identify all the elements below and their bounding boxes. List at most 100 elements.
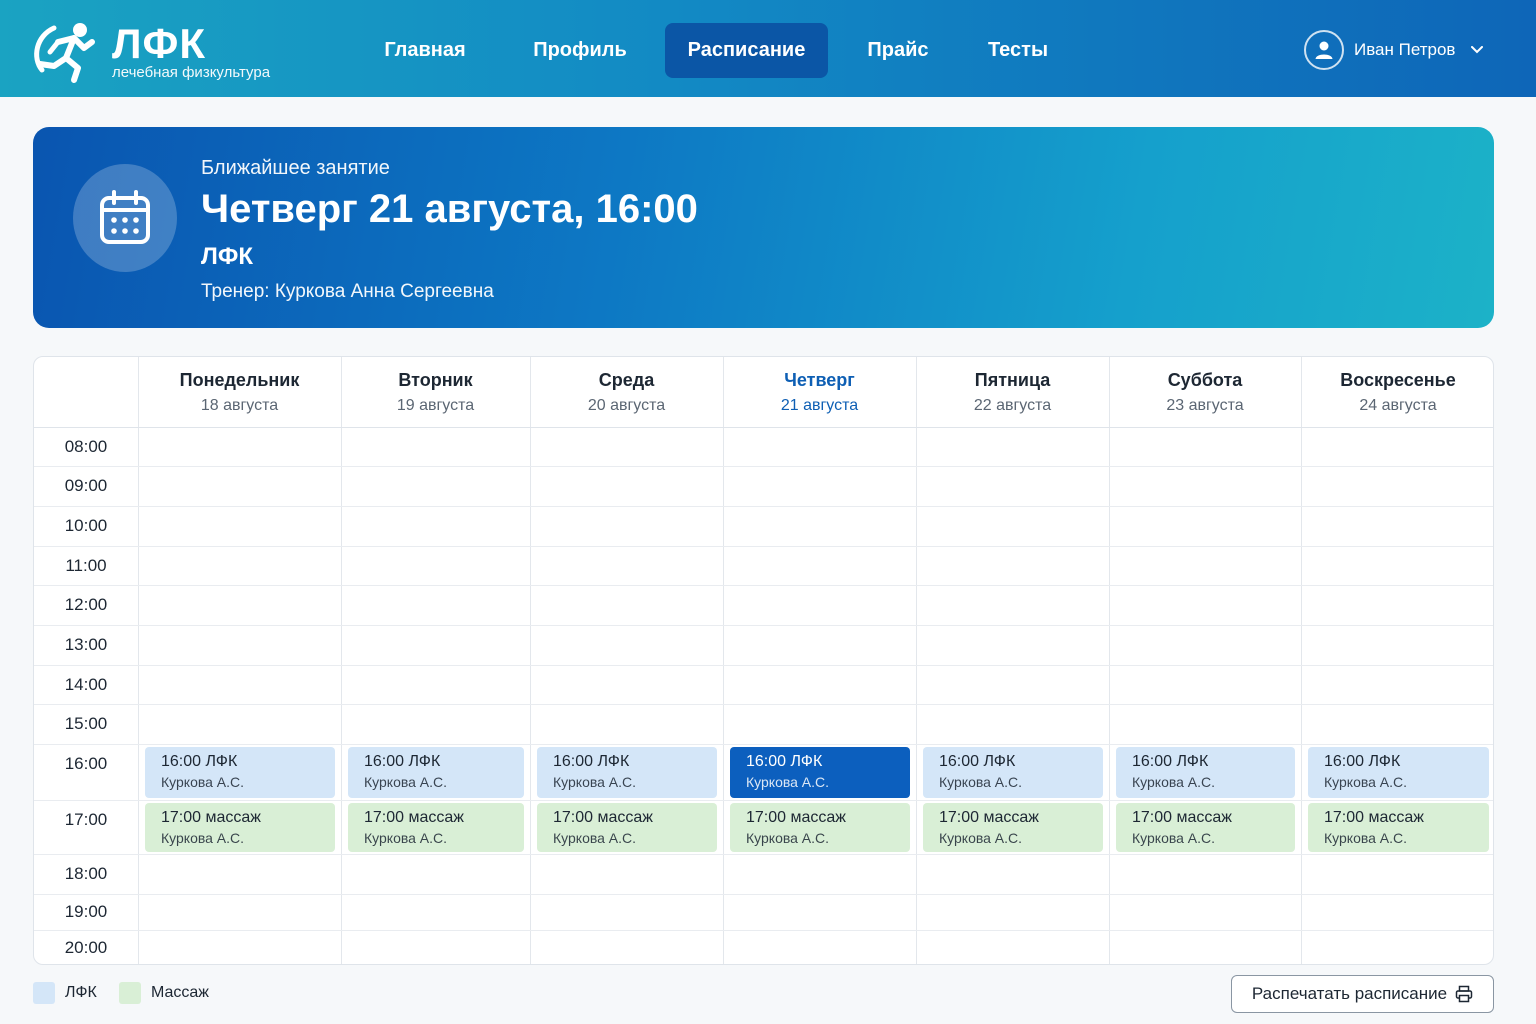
grid-row-divider <box>34 546 1493 547</box>
next-session-banner: Ближайшее занятие Четверг 21 августа, 16… <box>33 127 1494 328</box>
day-date: 24 августа <box>1359 397 1437 414</box>
lfk-session[interactable]: 16:00 ЛФК Куркова А.С. <box>923 747 1103 798</box>
time-slot-label: 10:00 <box>64 516 108 535</box>
grid-row-divider <box>34 930 1493 931</box>
session-title: 16:00 ЛФК <box>364 753 441 770</box>
day-header-today: Четверг 21 августа <box>723 357 916 427</box>
lfk-session[interactable]: 16:00 ЛФК Куркова А.С. <box>1116 747 1295 798</box>
lfk-session-upcoming[interactable]: 16:00 ЛФК Куркова А.С. <box>730 747 910 798</box>
grid-row-divider <box>34 585 1493 586</box>
session-trainer: Куркова А.С. <box>161 774 245 790</box>
session-trainer: Куркова А.С. <box>746 774 830 790</box>
session-title: 16:00 ЛФК <box>553 753 630 770</box>
legend-swatch-massage <box>119 982 141 1004</box>
grid-column-divider <box>916 357 917 964</box>
session-title: 17:00 массаж <box>161 809 261 826</box>
time-slot-label: 16:00 <box>64 754 108 773</box>
time-slot-label: 18:00 <box>64 864 108 883</box>
day-header: Воскресенье 24 августа <box>1301 357 1493 427</box>
massage-session[interactable]: 17:00 массаж Куркова А.С. <box>1116 803 1295 852</box>
grid-header-divider <box>34 427 1493 428</box>
session-title: 16:00 ЛФК <box>1324 753 1401 770</box>
time-slot-label: 19:00 <box>64 902 108 921</box>
user-menu[interactable]: Иван Петров <box>1304 30 1504 70</box>
legend-item-lfk: ЛФК <box>33 982 97 1004</box>
day-name: Вторник <box>398 370 473 390</box>
day-header: Понедельник 18 августа <box>138 357 341 427</box>
session-trainer: Куркова А.С. <box>939 830 1023 846</box>
lfk-session[interactable]: 16:00 ЛФК Куркова А.С. <box>145 747 335 798</box>
day-name: Четверг <box>784 370 855 390</box>
session-title: 17:00 массаж <box>364 809 464 826</box>
lfk-session[interactable]: 16:00 ЛФК Куркова А.С. <box>1308 747 1489 798</box>
time-slot-label: 14:00 <box>64 674 108 694</box>
session-trainer: Куркова А.С. <box>1324 830 1408 846</box>
grid-column-divider <box>723 357 724 964</box>
grid-column-divider <box>138 357 139 964</box>
session-title: 17:00 массаж <box>553 809 653 826</box>
printer-icon <box>1455 985 1473 1003</box>
chevron-down-icon[interactable] <box>1471 43 1485 57</box>
legend-item-massage: Массаж <box>119 982 209 1004</box>
print-button-label: Распечатать расписание <box>1251 984 1448 1003</box>
session-trainer: Куркова А.С. <box>746 830 830 846</box>
nav-item-schedule[interactable]: Расписание <box>665 23 828 78</box>
massage-session[interactable]: 17:00 массаж Куркова А.С. <box>537 803 717 852</box>
day-header: Пятница 22 августа <box>916 357 1109 427</box>
massage-session[interactable]: 17:00 массаж Куркова А.С. <box>1308 803 1489 852</box>
session-title: 17:00 массаж <box>1324 809 1424 826</box>
massage-session[interactable]: 17:00 массаж Куркова А.С. <box>145 803 335 852</box>
nav-item-profile[interactable]: Профиль <box>515 23 645 78</box>
day-date: 21 августа <box>780 397 859 414</box>
grid-column-divider <box>1301 357 1302 964</box>
lfk-session[interactable]: 16:00 ЛФК Куркова А.С. <box>348 747 524 798</box>
running-person-logo-icon <box>34 23 95 83</box>
lfk-session[interactable]: 16:00 ЛФК Куркова А.С. <box>537 747 717 798</box>
grid-row-divider <box>34 625 1493 626</box>
day-date: 23 августа <box>1166 397 1244 414</box>
grid-row-divider <box>34 704 1493 705</box>
session-trainer: Куркова А.С. <box>939 774 1023 790</box>
session-title: 16:00 ЛФК <box>746 753 823 770</box>
app-logo[interactable]: ЛФК лечебная физкультура <box>28 18 308 84</box>
next-session-trainer: Тренер: Куркова Анна Сергеевна <box>201 281 494 302</box>
next-session-type: ЛФК <box>201 243 253 270</box>
session-trainer: Куркова А.С. <box>161 830 245 846</box>
session-title: 17:00 массаж <box>939 809 1039 826</box>
day-header: Среда 20 августа <box>530 357 723 427</box>
day-name: Понедельник <box>179 370 300 390</box>
time-slot-label: 09:00 <box>64 476 108 495</box>
session-title: 16:00 ЛФК <box>1132 753 1209 770</box>
day-header: Вторник 19 августа <box>341 357 530 427</box>
avatar <box>1304 30 1344 70</box>
grid-column-divider <box>341 357 342 964</box>
legend-label-massage: Массаж <box>151 984 210 1001</box>
next-session-datetime: Четверг 21 августа, 16:00 <box>201 187 698 231</box>
calendar-icon <box>100 190 150 244</box>
session-title: 17:00 массаж <box>1132 809 1232 826</box>
top-navigation-bar: ЛФК лечебная физкультура Главная Профиль… <box>0 0 1536 97</box>
next-session-label: Ближайшее занятие <box>201 157 390 179</box>
nav-item-price[interactable]: Прайс <box>848 23 948 78</box>
logo-title: ЛФК <box>112 20 206 67</box>
legend-label-lfk: ЛФК <box>65 984 97 1001</box>
day-name: Воскресенье <box>1340 370 1456 390</box>
grid-row-divider <box>34 744 1493 745</box>
day-name: Суббота <box>1167 370 1243 390</box>
day-date: 18 августа <box>200 397 279 414</box>
nav-item-home[interactable]: Главная <box>365 23 485 78</box>
user-name: Иван Петров <box>1354 40 1456 59</box>
print-schedule-button[interactable]: Распечатать расписание <box>1231 975 1494 1013</box>
nav-item-tests[interactable]: Тесты <box>968 23 1068 78</box>
grid-row-divider <box>34 894 1493 895</box>
grid-row-divider <box>34 506 1493 507</box>
session-title: 17:00 массаж <box>746 809 846 826</box>
user-icon <box>1315 41 1333 59</box>
massage-session[interactable]: 17:00 массаж Куркова А.С. <box>730 803 910 852</box>
massage-session[interactable]: 17:00 массаж Куркова А.С. <box>348 803 524 852</box>
logo-subtitle: лечебная физкультура <box>112 64 271 81</box>
session-trainer: Куркова А.С. <box>1324 774 1408 790</box>
grid-row-divider <box>34 665 1493 666</box>
session-trainer: Куркова А.С. <box>553 830 637 846</box>
massage-session[interactable]: 17:00 массаж Куркова А.С. <box>923 803 1103 852</box>
